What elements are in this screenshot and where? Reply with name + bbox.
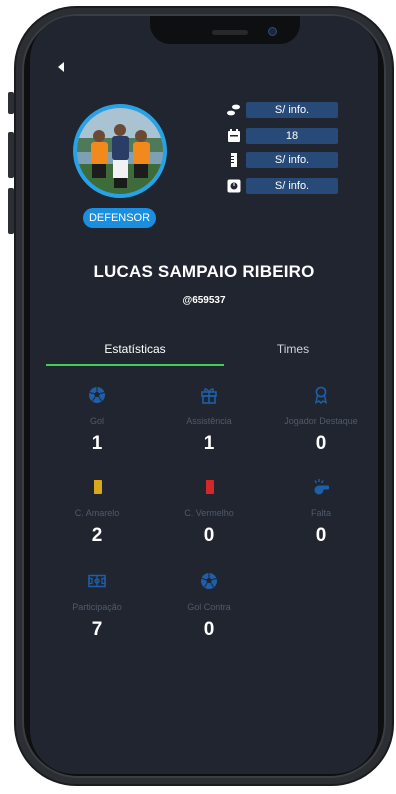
soccer-ball-icon: [201, 573, 217, 589]
stat-assists: Assistência 1: [151, 386, 267, 455]
stat-label: Falta: [310, 508, 331, 518]
stat-label: Gol Contra: [187, 602, 231, 612]
footprints-icon: [227, 104, 240, 116]
stat-label: Participação: [72, 602, 122, 612]
player-handle: @659537: [182, 295, 226, 306]
stat-value: 1: [91, 433, 103, 454]
active-tab-indicator: [46, 364, 224, 366]
stat-red-cards: C. Vermelho 0: [151, 478, 267, 547]
red-card-icon: [204, 480, 214, 494]
stat-highlight-player: Jogador Destaque 0: [263, 386, 378, 455]
stat-label: Assistência: [186, 416, 232, 426]
phone-mute-switch: [8, 92, 14, 114]
stat-value: 0: [203, 525, 215, 546]
position-badge: DEFENSOR: [83, 208, 156, 228]
height-ruler-icon: [231, 153, 237, 167]
back-arrow-icon[interactable]: [58, 62, 64, 72]
stat-value: 0: [315, 433, 327, 454]
stat-value: 1: [203, 433, 215, 454]
stat-label: C. Vermelho: [184, 508, 234, 518]
tab-teams[interactable]: Times: [208, 342, 378, 356]
weight-value: S/ info.: [246, 178, 338, 194]
speaker-grille: [212, 30, 248, 35]
whistle-icon: [314, 479, 329, 495]
height-value: S/ info.: [246, 152, 338, 168]
age-value: 18: [246, 128, 338, 144]
soccer-ball-icon: [89, 387, 105, 403]
phone-volume-up: [8, 132, 14, 178]
stat-value: 0: [315, 525, 327, 546]
stat-label: Jogador Destaque: [284, 416, 358, 426]
stat-goals: Gol 1: [39, 386, 155, 455]
player-name: LUCAS SAMPAIO RIBEIRO: [93, 262, 315, 281]
foot-value: S/ info.: [246, 102, 338, 118]
phone-volume-down: [8, 188, 14, 234]
gift-icon: [201, 388, 217, 404]
avatar: [73, 104, 167, 198]
calendar-icon: [228, 129, 240, 142]
stat-value: 0: [203, 619, 215, 640]
award-medal-icon: [314, 386, 328, 404]
tab-statistics[interactable]: Estatísticas: [46, 342, 224, 356]
stat-value: 7: [91, 619, 103, 640]
app-screen: DEFENSOR S/ info. 18 S/ info. S/ info. L…: [30, 16, 378, 774]
phone-notch: [150, 16, 300, 44]
soccer-field-icon: [88, 574, 106, 588]
stat-participation: Participação 7: [39, 572, 155, 641]
front-camera: [268, 27, 277, 36]
stat-label: C. Amarelo: [74, 508, 120, 518]
yellow-card-icon: [92, 480, 102, 494]
stat-label: Gol: [89, 416, 104, 426]
stat-value: 2: [91, 525, 103, 546]
stat-fouls: Falta 0: [263, 478, 378, 547]
stat-yellow-cards: C. Amarelo 2: [39, 478, 155, 547]
scale-icon: [227, 179, 241, 193]
stat-own-goals: Gol Contra 0: [151, 572, 267, 641]
